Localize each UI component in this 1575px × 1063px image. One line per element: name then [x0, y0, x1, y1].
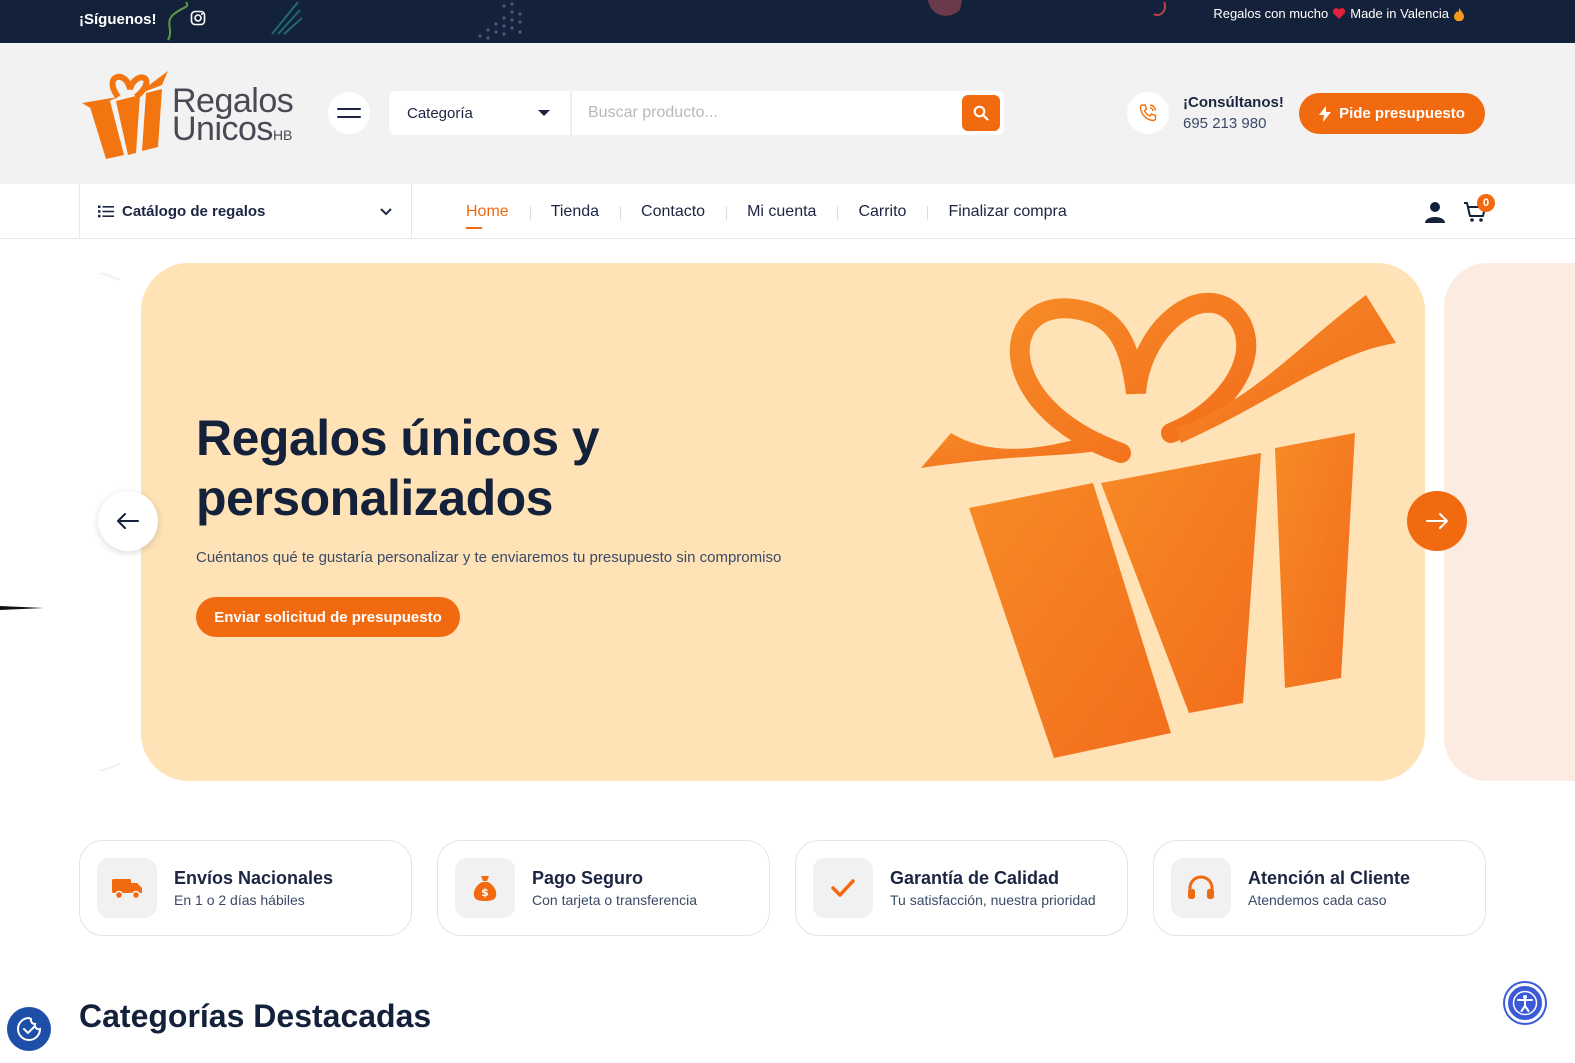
search-category-select[interactable]: Categoría — [389, 91, 572, 135]
nav-item-mi-cuenta[interactable]: Mi cuenta — [726, 203, 837, 221]
hamburger-menu-button[interactable] — [328, 92, 370, 134]
phone-icon-circle[interactable] — [1127, 92, 1169, 134]
decorative-blob-icon — [928, 0, 962, 16]
accessibility-icon — [1512, 990, 1538, 1016]
svg-text:$: $ — [481, 886, 489, 899]
follow-us-label: ¡Síguenos! — [79, 11, 157, 28]
search-button[interactable] — [962, 95, 1000, 131]
cart-count-badge: 0 — [1477, 194, 1495, 212]
cookie-check-icon — [17, 1016, 42, 1041]
caret-down-icon — [538, 110, 550, 116]
logo-suffix: HB — [272, 127, 293, 143]
arrow-right-icon — [1426, 513, 1448, 529]
feature-card-payment: $ Pago Seguro Con tarjeta o transferenci… — [437, 840, 770, 936]
hero-title: Regalos únicos y personalizados — [196, 410, 600, 526]
features-row: Envíos Nacionales En 1 o 2 días hábiles … — [79, 840, 1486, 936]
slider-next-button[interactable] — [1407, 491, 1467, 551]
nav-item-contacto[interactable]: Contacto — [620, 203, 726, 221]
feature-icon-box — [813, 858, 873, 918]
send-quote-request-button[interactable]: Enviar solicitud de presupuesto — [196, 597, 460, 637]
catalog-dropdown[interactable]: Catálogo de regalos — [79, 184, 412, 239]
gift-logo-icon — [82, 71, 168, 159]
decorative-leaf-icon — [271, 1, 303, 35]
phone-icon — [1139, 104, 1157, 122]
headphones-icon — [1188, 875, 1214, 899]
feature-card-support: Atención al Cliente Atendemos cada caso — [1153, 840, 1486, 936]
feature-title: Garantía de Calidad — [890, 868, 1060, 888]
search-bar: Categoría — [389, 91, 1004, 135]
slider-prev-button[interactable] — [98, 491, 158, 551]
search-icon — [973, 105, 989, 121]
site-logo[interactable]: Regalos UnicosHB — [80, 67, 295, 159]
feature-subtitle: Con tarjeta o transferencia — [532, 892, 697, 908]
chevron-down-icon — [380, 208, 392, 216]
accessibility-button[interactable] — [1505, 983, 1545, 1023]
hero-subtitle: Cuéntanos qué te gustaría personalizar y… — [196, 549, 782, 566]
tagline: Regalos con mucho Made in Valencia — [1213, 6, 1465, 21]
feature-subtitle: Atendemos cada caso — [1248, 892, 1387, 908]
request-quote-label: Pide presupuesto — [1339, 105, 1465, 122]
nav-item-home[interactable]: Home — [466, 203, 530, 229]
feature-card-shipping: Envíos Nacionales En 1 o 2 días hábiles — [79, 840, 412, 936]
catalog-label: Catálogo de regalos — [122, 203, 266, 220]
feature-icon-box: $ — [455, 858, 515, 918]
tagline-start: Regalos con mucho — [1213, 6, 1329, 21]
heart-icon — [1333, 8, 1346, 19]
hero-slide: Regalos únicos y personalizados Cuéntano… — [141, 263, 1425, 781]
section-title-featured-categories: Categorías Destacadas — [79, 998, 432, 1034]
phone-number[interactable]: 695 213 980 — [1183, 115, 1266, 132]
nav-menu: Home Tienda Contacto Mi cuenta Carrito F… — [466, 184, 1088, 239]
nav-item-tienda[interactable]: Tienda — [529, 203, 620, 221]
lightning-icon — [1319, 105, 1332, 122]
site-header: Regalos UnicosHB Categoría ¡Consúltanos!… — [0, 43, 1575, 184]
logo-line-2: Unicos — [172, 110, 273, 148]
feature-title: Pago Seguro — [532, 868, 644, 888]
feature-subtitle: En 1 o 2 días hábiles — [174, 892, 305, 908]
instagram-icon[interactable] — [190, 10, 206, 26]
nav-item-finalizar-compra[interactable]: Finalizar compra — [927, 203, 1087, 221]
search-input[interactable] — [572, 91, 962, 135]
decorative-dots-icon — [478, 2, 522, 40]
feature-icon-box — [1171, 858, 1231, 918]
money-bag-icon: $ — [473, 876, 497, 901]
feature-subtitle: Tu satisfacción, nuestra prioridad — [890, 892, 1096, 908]
feature-icon-box — [97, 858, 157, 918]
feature-title: Atención al Cliente — [1248, 868, 1411, 888]
nav-item-carrito[interactable]: Carrito — [837, 203, 927, 221]
tagline-end: Made in Valencia — [1350, 6, 1449, 21]
hamburger-icon — [337, 108, 361, 118]
user-account-icon[interactable] — [1425, 201, 1445, 223]
feature-card-quality: Garantía de Calidad Tu satisfacción, nue… — [795, 840, 1128, 936]
search-category-value: Categoría — [407, 104, 473, 122]
list-icon — [98, 205, 114, 218]
check-icon — [831, 879, 855, 897]
fire-icon — [1454, 7, 1464, 21]
decorative-curl-icon — [1153, 1, 1166, 16]
cookie-settings-button[interactable] — [7, 1007, 51, 1051]
request-quote-button[interactable]: Pide presupuesto — [1299, 93, 1485, 134]
consult-label: ¡Consúltanos! — [1183, 94, 1284, 111]
feature-title: Envíos Nacionales — [174, 868, 334, 888]
logo-wordmark: Regalos UnicosHB — [172, 84, 294, 149]
arrow-left-icon — [117, 513, 139, 529]
top-bar: ¡Síguenos! Regalos con mucho Made in Val… — [0, 0, 1575, 43]
truck-icon — [112, 879, 142, 900]
main-nav: Catálogo de regalos Home Tienda Contacto… — [0, 184, 1575, 239]
gift-box-illustration — [921, 292, 1396, 758]
